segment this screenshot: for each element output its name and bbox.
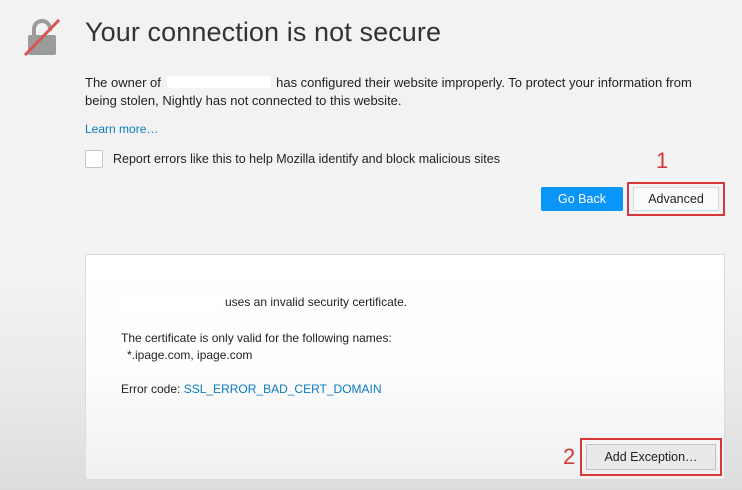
redacted-domain — [166, 76, 271, 88]
report-errors-checkbox[interactable] — [85, 150, 103, 168]
valid-names-label: The certificate is only valid for the fo… — [121, 331, 392, 345]
description-prefix: The owner of — [85, 75, 165, 90]
invalid-cert-line: uses an invalid security certificate. — [121, 295, 407, 309]
invalid-cert-text: uses an invalid security certificate. — [225, 295, 408, 309]
broken-lock-icon — [23, 18, 61, 57]
annotation-step-1: 1 — [656, 148, 669, 173]
error-code-label: Error code: — [121, 382, 184, 396]
error-description: The owner of has configured their websit… — [85, 74, 725, 110]
report-errors-label: Report errors like this to help Mozilla … — [113, 152, 500, 166]
annotation-highlight-add-exception — [580, 438, 722, 476]
error-page: Your connection is not secure The owner … — [0, 0, 742, 490]
annotation-highlight-advanced — [627, 182, 725, 216]
error-code-link[interactable]: SSL_ERROR_BAD_CERT_DOMAIN — [184, 382, 382, 396]
go-back-button[interactable]: Go Back — [541, 187, 623, 211]
redacted-domain-2 — [121, 296, 221, 308]
learn-more-link[interactable]: Learn more… — [85, 122, 158, 136]
error-code-line: Error code: SSL_ERROR_BAD_CERT_DOMAIN — [121, 382, 382, 396]
report-errors-row: Report errors like this to help Mozilla … — [85, 150, 500, 168]
annotation-step-2: 2 — [563, 444, 576, 469]
valid-names-value: *.ipage.com, ipage.com — [127, 348, 253, 362]
page-title: Your connection is not secure — [85, 17, 442, 47]
